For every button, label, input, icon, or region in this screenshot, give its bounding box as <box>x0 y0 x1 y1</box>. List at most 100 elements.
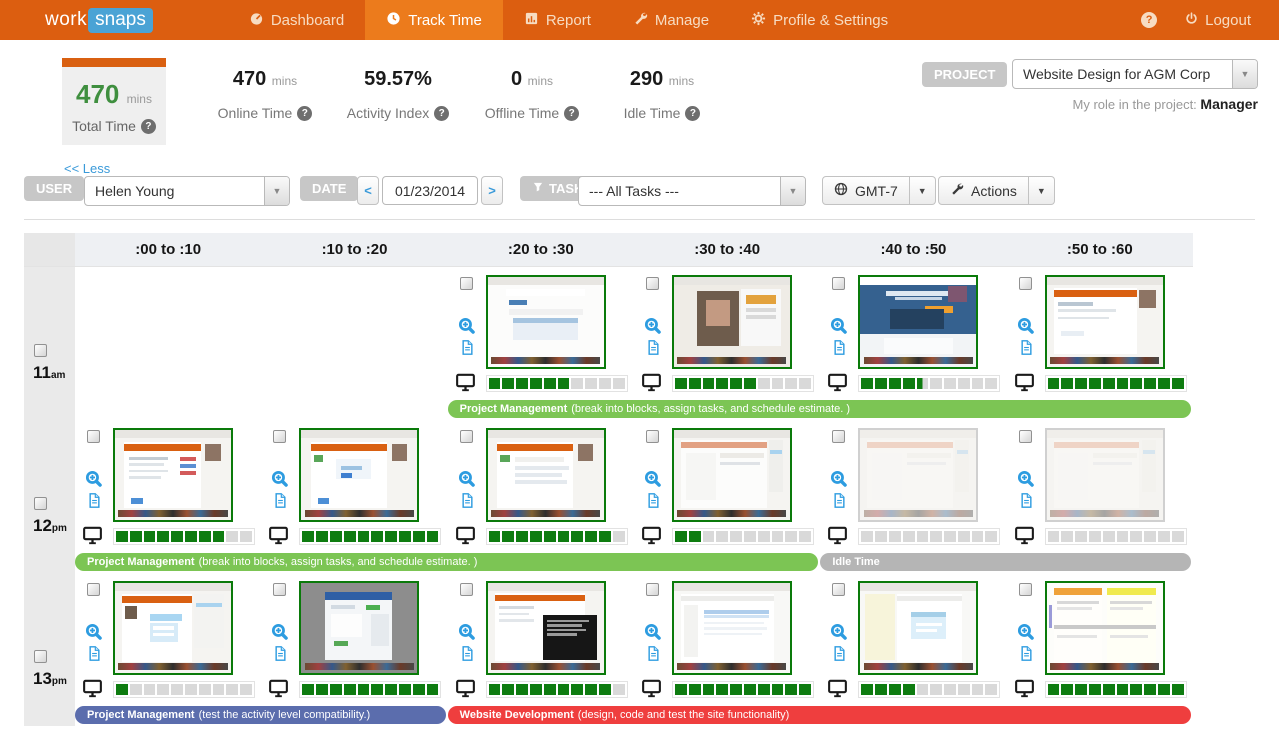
screenshot-checkbox[interactable] <box>645 430 659 443</box>
zoom-in-icon[interactable] <box>458 317 475 339</box>
zoom-in-icon[interactable] <box>85 470 102 492</box>
screenshot-thumbnail[interactable] <box>113 428 233 522</box>
timezone-caret-button[interactable]: ▼ <box>909 176 936 205</box>
screenshot-thumbnail[interactable] <box>858 581 979 675</box>
chevron-down-icon[interactable]: ▼ <box>1232 60 1257 88</box>
screenshot-thumbnail[interactable] <box>299 581 420 675</box>
zoom-in-icon[interactable] <box>271 470 289 492</box>
stat-help-icon[interactable]: ? <box>297 105 313 121</box>
nav-item-manage[interactable]: Manage <box>612 0 730 40</box>
screenshot-thumbnail[interactable] <box>113 581 233 675</box>
screenshot-thumbnail[interactable] <box>671 275 792 369</box>
notes-document-icon[interactable] <box>1019 493 1034 513</box>
screenshot-checkbox[interactable] <box>832 583 846 596</box>
timezone-button[interactable]: GMT-7 <box>822 176 910 205</box>
role-line: My role in the project: Manager <box>1073 96 1258 112</box>
screenshot-thumbnail[interactable] <box>858 275 979 369</box>
screenshot-checkbox[interactable] <box>87 583 100 596</box>
notes-document-icon[interactable] <box>646 340 661 360</box>
screenshot-checkbox[interactable] <box>832 430 846 443</box>
nav-item-report[interactable]: Report <box>503 0 612 40</box>
hour-checkbox[interactable] <box>34 344 47 357</box>
screenshot-thumbnail[interactable] <box>485 581 606 675</box>
stat-help-icon[interactable]: ? <box>685 105 701 121</box>
thumb-block <box>128 475 162 479</box>
nav-item-dashboard[interactable]: Dashboard <box>228 0 365 40</box>
screenshot-checkbox[interactable] <box>1018 583 1032 596</box>
screenshot-thumbnail[interactable] <box>1044 275 1165 369</box>
screenshot-thumbnail[interactable] <box>858 428 979 522</box>
zoom-in-icon[interactable] <box>1017 317 1034 339</box>
notes-document-icon[interactable] <box>832 340 847 360</box>
stat-help-icon[interactable]: ? <box>434 105 450 121</box>
total-time-help-icon[interactable]: ? <box>140 118 156 134</box>
thumb-block <box>1110 607 1143 610</box>
zoom-in-icon[interactable] <box>644 623 661 645</box>
zoom-in-icon[interactable] <box>830 317 848 339</box>
notes-document-icon[interactable] <box>1019 340 1034 360</box>
notes-document-icon[interactable] <box>273 646 288 666</box>
user-select[interactable]: Helen Young ▼ <box>84 176 290 206</box>
notes-document-icon[interactable] <box>646 493 661 513</box>
notes-document-icon[interactable] <box>87 493 102 513</box>
dock-strip <box>677 663 787 671</box>
notes-document-icon[interactable] <box>460 340 475 360</box>
screenshot-checkbox[interactable] <box>1018 277 1032 290</box>
zoom-in-icon[interactable] <box>458 623 475 645</box>
screenshot-checkbox[interactable] <box>87 430 100 443</box>
nav-item-track-time[interactable]: Track Time <box>365 0 503 40</box>
dock-strip <box>1050 510 1160 518</box>
actions-caret-button[interactable]: ▼ <box>1028 176 1055 205</box>
screenshot-thumbnail[interactable] <box>485 275 606 369</box>
screenshot-checkbox[interactable] <box>459 277 473 290</box>
date-prev-button[interactable]: < <box>357 176 379 205</box>
monitor-icon <box>828 526 848 550</box>
screenshot-thumbnail[interactable] <box>671 428 792 522</box>
date-input[interactable] <box>382 176 478 205</box>
zoom-in-icon[interactable] <box>458 470 475 492</box>
chevron-down-icon[interactable]: ▼ <box>264 177 289 205</box>
zoom-in-icon[interactable] <box>85 623 102 645</box>
thumb-block <box>125 606 138 619</box>
screenshot-thumbnail[interactable] <box>1044 428 1165 522</box>
notes-document-icon[interactable] <box>460 493 475 513</box>
zoom-in-icon[interactable] <box>644 470 661 492</box>
logout-button[interactable]: Logout <box>1185 12 1251 29</box>
notes-document-icon[interactable] <box>87 646 102 666</box>
screenshot-checkbox[interactable] <box>273 583 287 596</box>
screenshot-checkbox[interactable] <box>645 583 659 596</box>
screenshot-thumbnail[interactable] <box>299 428 420 522</box>
zoom-in-icon[interactable] <box>830 623 848 645</box>
notes-document-icon[interactable] <box>273 493 288 513</box>
help-icon[interactable]: ? <box>1141 12 1158 28</box>
screenshot-checkbox[interactable] <box>1018 430 1032 443</box>
screenshot-checkbox[interactable] <box>273 430 287 443</box>
screenshot-checkbox[interactable] <box>832 277 846 290</box>
nav-item-profile-settings[interactable]: Profile & Settings <box>730 0 909 40</box>
screenshot-thumbnail[interactable] <box>1044 581 1165 675</box>
notes-document-icon[interactable] <box>460 646 475 666</box>
less-link[interactable]: << Less <box>64 161 110 176</box>
chevron-down-icon[interactable]: ▼ <box>780 177 805 205</box>
project-select[interactable]: Website Design for AGM Corp ▼ <box>1012 59 1258 89</box>
screenshot-thumbnail[interactable] <box>485 428 606 522</box>
date-next-button[interactable]: > <box>481 176 503 205</box>
task-select[interactable]: --- All Tasks --- ▼ <box>578 176 806 206</box>
zoom-in-icon[interactable] <box>271 623 289 645</box>
screenshot-checkbox[interactable] <box>645 277 659 290</box>
actions-button[interactable]: Actions <box>938 176 1029 205</box>
zoom-in-icon[interactable] <box>644 317 661 339</box>
hour-checkbox[interactable] <box>34 650 47 663</box>
notes-document-icon[interactable] <box>832 646 847 666</box>
stat-help-icon[interactable]: ? <box>564 105 580 121</box>
zoom-in-icon[interactable] <box>830 470 848 492</box>
screenshot-thumbnail[interactable] <box>671 581 792 675</box>
screenshot-checkbox[interactable] <box>459 583 473 596</box>
notes-document-icon[interactable] <box>646 646 661 666</box>
notes-document-icon[interactable] <box>832 493 847 513</box>
zoom-in-icon[interactable] <box>1017 470 1034 492</box>
hour-checkbox[interactable] <box>34 497 47 510</box>
zoom-in-icon[interactable] <box>1017 623 1034 645</box>
screenshot-checkbox[interactable] <box>459 430 473 443</box>
notes-document-icon[interactable] <box>1019 646 1034 666</box>
